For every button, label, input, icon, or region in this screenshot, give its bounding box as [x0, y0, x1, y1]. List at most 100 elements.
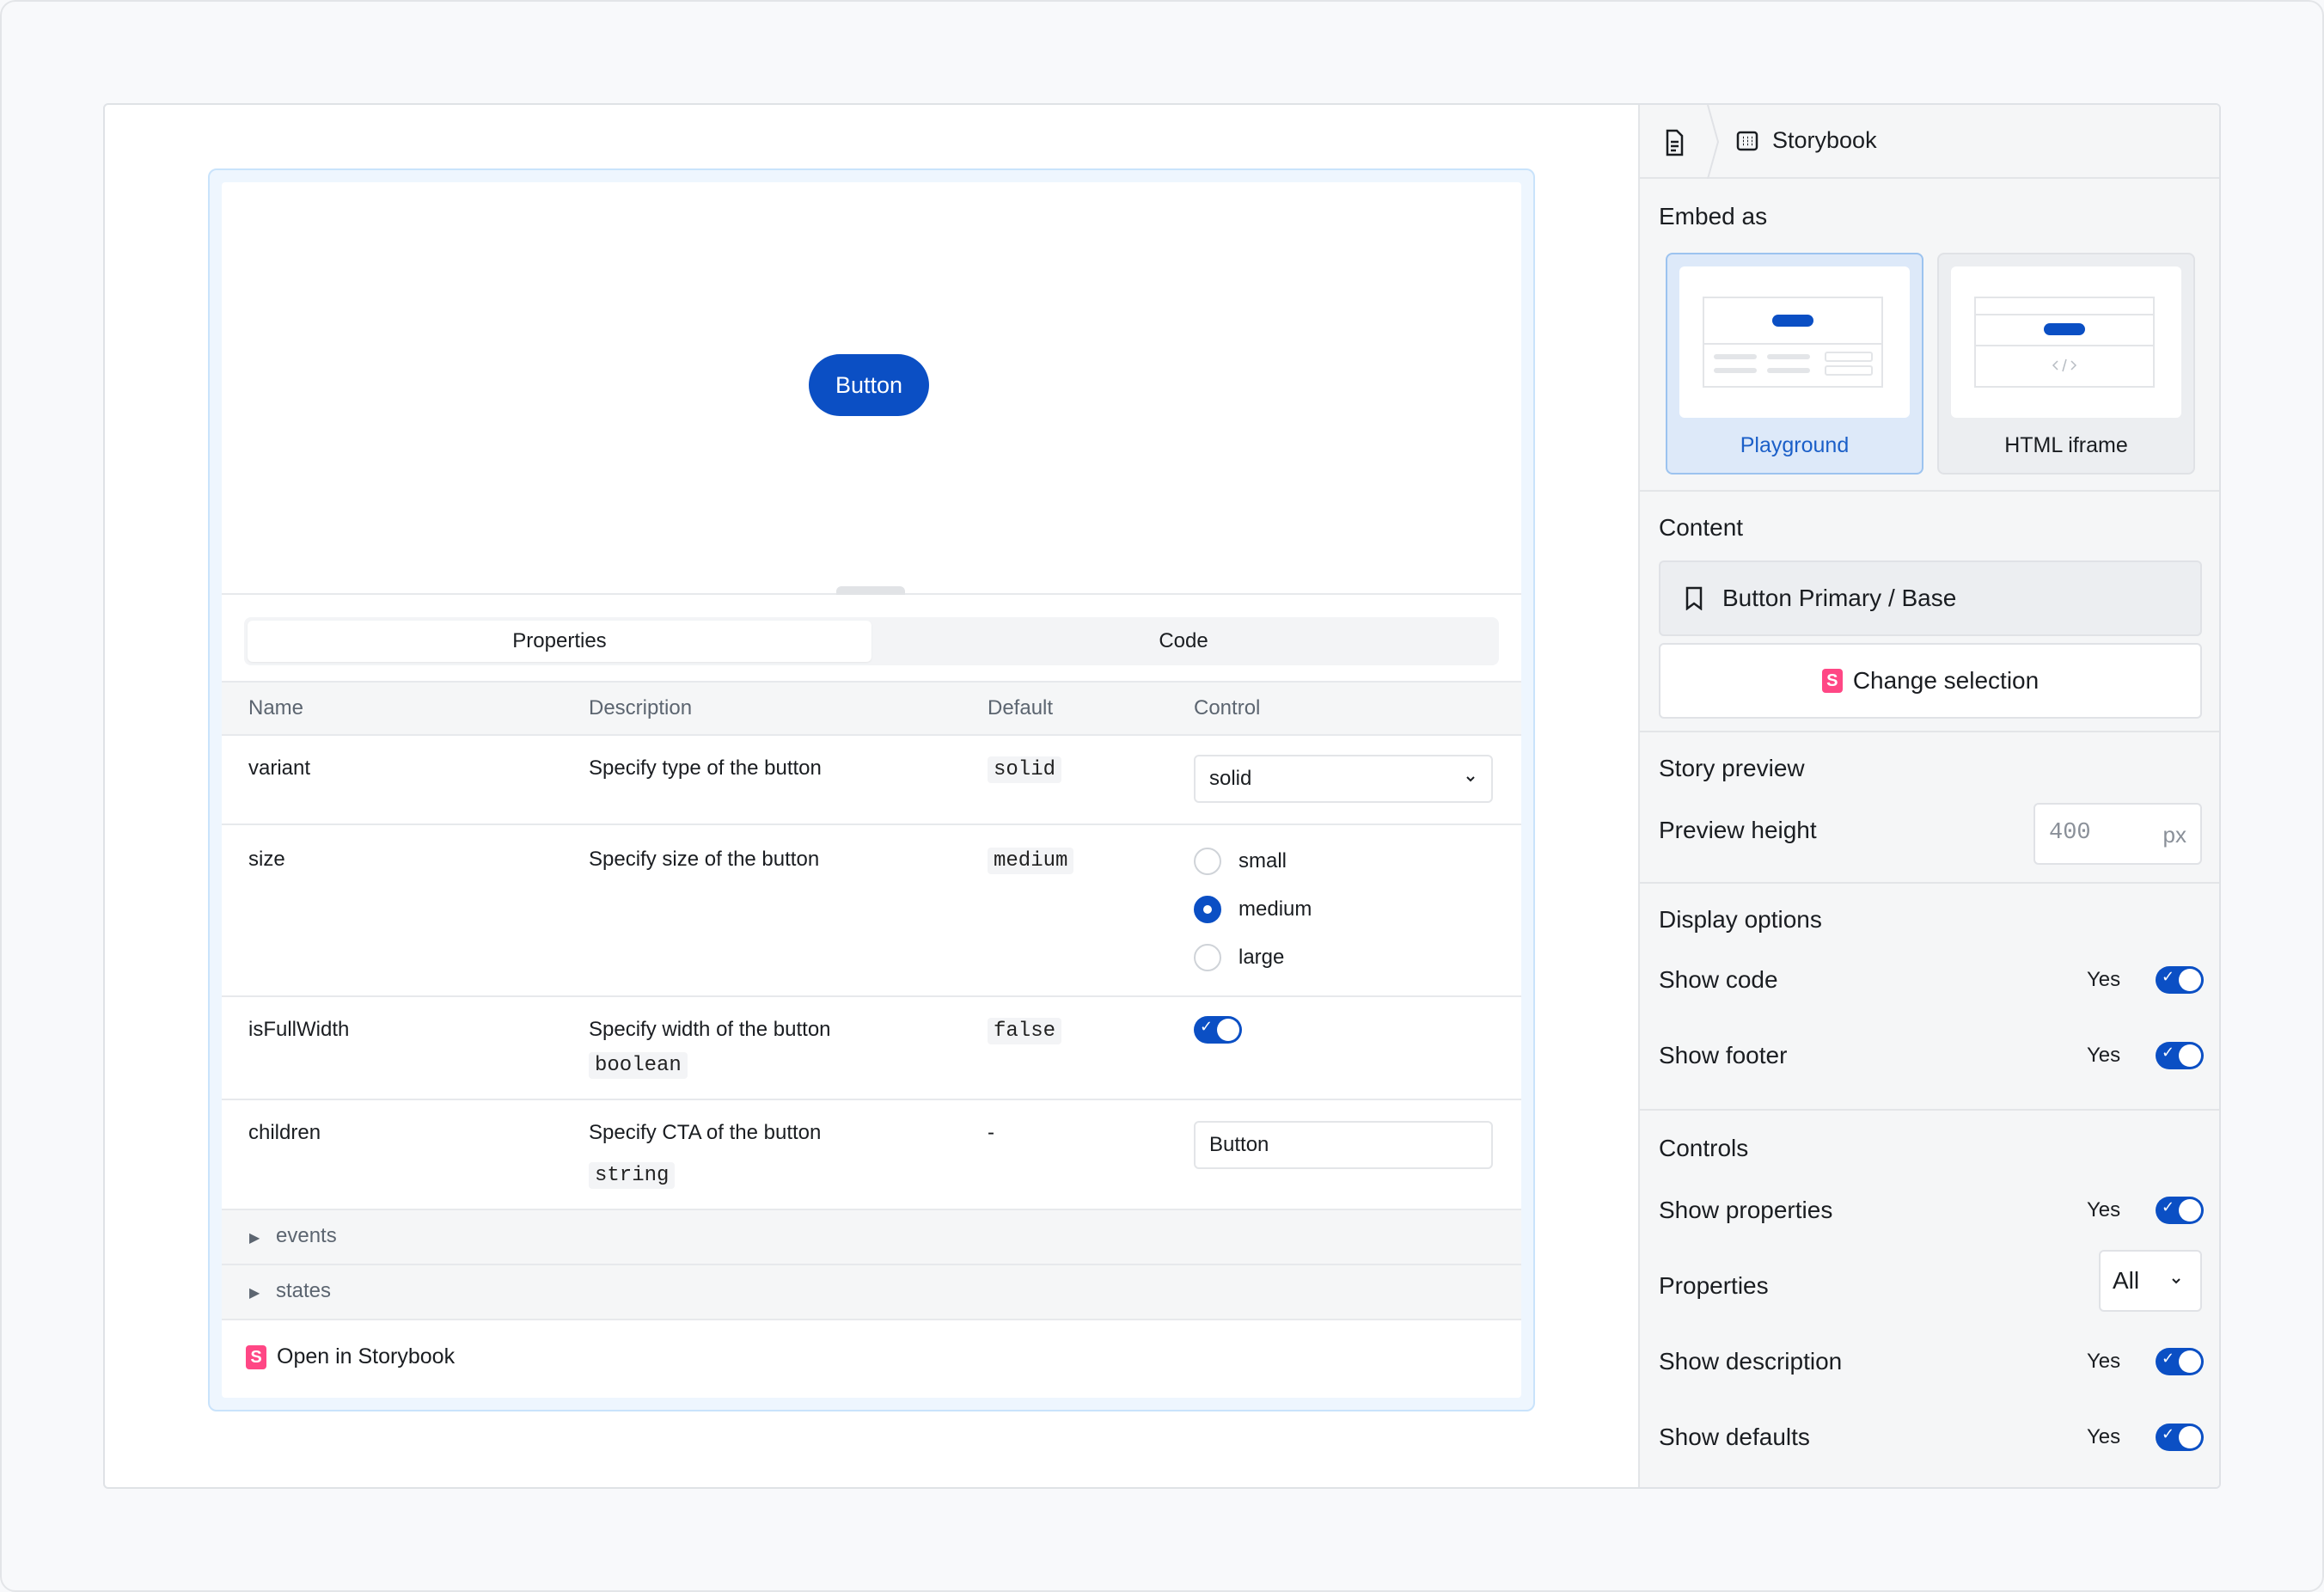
embed-footer: S Open in Storybook [222, 1320, 1521, 1394]
prop-type: boolean [589, 1052, 688, 1079]
breadcrumb-separator-icon [1707, 105, 1719, 179]
check-icon: ✓ [2162, 1044, 2175, 1061]
caret-right-icon: ▶ [249, 1231, 260, 1246]
storybook-grid-icon [1736, 131, 1758, 150]
breadcrumb-title: Storybook [1772, 127, 1877, 153]
demo-button[interactable]: Button [809, 354, 929, 416]
table-row: isFullWidth Specify width of the button … [222, 997, 1521, 1100]
embed-option-label: Playground [1740, 433, 1850, 457]
show-code-value: Yes [2087, 968, 2121, 991]
radio-circle[interactable] [1194, 944, 1221, 971]
storybook-icon: S [1821, 669, 1843, 693]
prop-default: - [988, 1121, 994, 1144]
show-description-toggle[interactable]: ✓ [2156, 1348, 2204, 1375]
storybook-icon: S [246, 1344, 266, 1369]
fullwidth-toggle[interactable]: ✓ [1194, 1016, 1242, 1044]
table-row: children Specify CTA of the button strin… [222, 1100, 1521, 1210]
preview-height-label: Preview height [1659, 817, 1817, 843]
check-icon: ✓ [1200, 1018, 1214, 1035]
show-defaults-toggle[interactable]: ✓ [2156, 1424, 2204, 1451]
chevron-down-icon [2172, 1278, 2180, 1284]
story-canvas: Button [222, 182, 1521, 595]
show-description-label: Show description [1659, 1348, 1843, 1375]
show-properties-label: Show properties [1659, 1197, 1833, 1223]
iframe-thumbnail [1951, 266, 2181, 418]
radio-circle[interactable] [1194, 848, 1221, 875]
section-title: Display options [1659, 906, 1822, 933]
panel-breadcrumb: Storybook [1640, 105, 2219, 179]
radio-label: large [1238, 946, 1285, 969]
check-icon: ✓ [2162, 1198, 2175, 1215]
embed-option-label: HTML iframe [2004, 433, 2128, 457]
chevron-down-icon [1466, 776, 1475, 782]
table-row: size Specify size of the button medium s… [222, 825, 1521, 997]
prop-description: Specify width of the button [589, 1018, 831, 1041]
embed-preview-card[interactable]: Button Properties Code Name Description … [208, 168, 1535, 1411]
show-code-toggle[interactable]: ✓ [2156, 966, 2204, 994]
group-label: states [276, 1279, 332, 1302]
radio-medium[interactable]: medium [1194, 896, 1312, 923]
section-embed-as: Embed as Playground HTML iframe [1640, 179, 2219, 492]
prop-name: size [248, 848, 285, 871]
properties-select-value: All [2113, 1267, 2140, 1294]
prop-name: isFullWidth [248, 1018, 350, 1041]
open-in-storybook-label: Open in Storybook [277, 1344, 456, 1369]
preview-height-placeholder: 400 [2049, 820, 2091, 846]
radio-label: medium [1238, 897, 1312, 921]
header-name: Name [248, 696, 304, 719]
group-states[interactable]: ▶ states [222, 1265, 1521, 1320]
show-defaults-label: Show defaults [1659, 1424, 1810, 1450]
show-code-label: Show code [1659, 966, 1778, 993]
radio-small[interactable]: small [1194, 848, 1287, 875]
check-icon: ✓ [2162, 1425, 2175, 1442]
radio-label: small [1238, 849, 1287, 873]
show-footer-label: Show footer [1659, 1042, 1788, 1068]
section-title: Embed as [1659, 203, 1768, 230]
prop-name: children [248, 1121, 321, 1144]
bookmark-icon [1685, 586, 1703, 610]
section-story-preview: Story preview Preview height 400 px [1640, 732, 2219, 884]
embed-inner: Button Properties Code Name Description … [222, 182, 1521, 1398]
playground-thumbnail [1679, 266, 1910, 418]
section-title: Story preview [1659, 755, 1805, 781]
header-description: Description [589, 696, 693, 719]
breadcrumb-storybook[interactable]: Storybook [1736, 127, 1877, 154]
tabs: Properties Code [244, 617, 1499, 665]
embed-option-playground[interactable]: Playground [1666, 253, 1923, 475]
app-window: Button Properties Code Name Description … [103, 103, 2221, 1489]
properties-select[interactable]: All [2099, 1250, 2202, 1312]
embed-option-html-iframe[interactable]: HTML iframe [1937, 253, 2195, 475]
group-label: events [276, 1224, 337, 1247]
radio-circle[interactable] [1194, 896, 1221, 923]
resize-handle[interactable] [836, 586, 905, 595]
section-controls: Controls Show properties Yes ✓ Propertie… [1640, 1111, 2219, 1487]
show-properties-toggle[interactable]: ✓ [2156, 1197, 2204, 1224]
variant-select[interactable]: solid [1194, 755, 1493, 803]
playground-preview-icon [1703, 297, 1883, 388]
prop-default: medium [988, 848, 1074, 874]
group-events[interactable]: ▶ events [222, 1210, 1521, 1265]
iframe-preview-icon [1974, 297, 2155, 388]
document-icon[interactable] [1657, 126, 1691, 160]
radio-large[interactable]: large [1194, 944, 1284, 971]
prop-type: string [589, 1162, 676, 1189]
open-in-storybook-link[interactable]: S Open in Storybook [246, 1344, 455, 1369]
section-title: Controls [1659, 1135, 1749, 1161]
prop-default: false [988, 1018, 1062, 1044]
show-defaults-value: Yes [2087, 1425, 2121, 1448]
settings-panel: Storybook Embed as Playground HTML ifram… [1638, 105, 2219, 1487]
change-selection-button[interactable]: S Change selection [1659, 643, 2202, 719]
selected-story-name: Button Primary / Base [1722, 585, 1957, 611]
show-properties-value: Yes [2087, 1198, 2121, 1222]
check-icon: ✓ [2162, 968, 2175, 985]
children-input[interactable] [1194, 1121, 1493, 1169]
show-footer-toggle[interactable]: ✓ [2156, 1042, 2204, 1069]
tab-properties[interactable]: Properties [248, 621, 872, 662]
change-selection-label: Change selection [1852, 667, 2040, 694]
tab-code[interactable]: Code [872, 621, 1495, 662]
prop-description: Specify size of the button [589, 848, 820, 871]
show-footer-value: Yes [2087, 1044, 2121, 1067]
section-display-options: Display options Show code Yes ✓ Show foo… [1640, 884, 2219, 1111]
variant-select-value: solid [1209, 767, 1252, 790]
preview-height-input[interactable]: 400 px [2034, 803, 2202, 865]
